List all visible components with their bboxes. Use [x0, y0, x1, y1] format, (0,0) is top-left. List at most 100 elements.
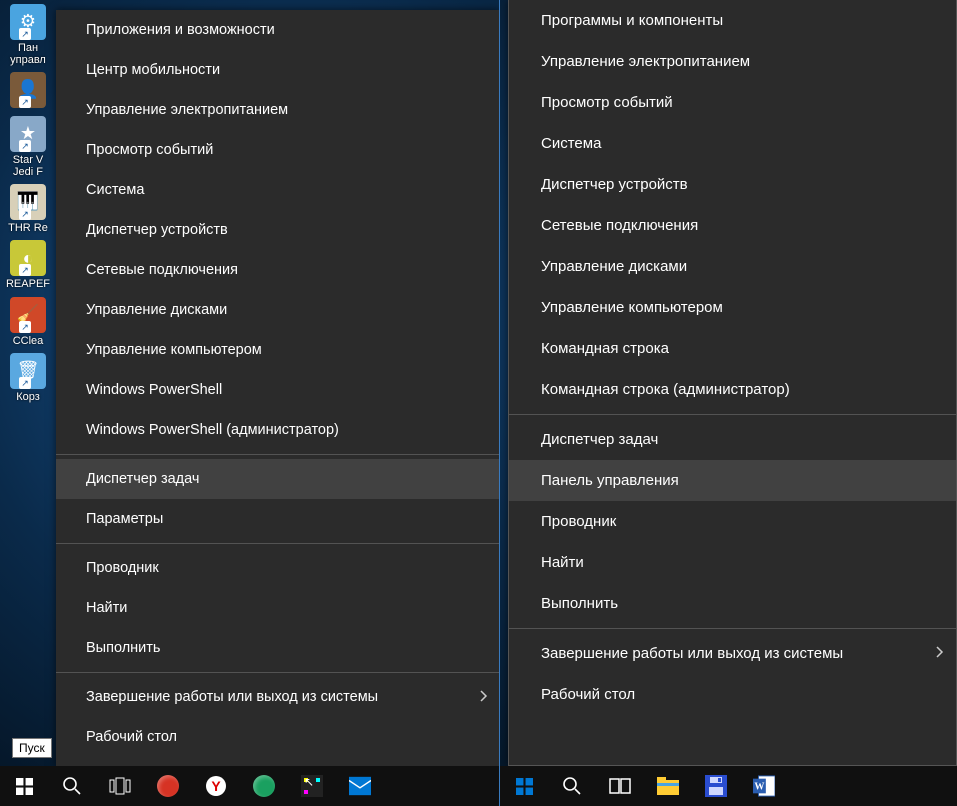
left-screenshot: ⚙Пануправл 👤 ★ Star VJedi F 🎹THR Re◐REAPEF 🧹 C… [0, 0, 500, 806]
taskbar-app1-button[interactable]: ↖ [288, 766, 336, 806]
menu-item-label: Сетевые подключения [541, 217, 698, 234]
menu-item-label: Программы и компоненты [541, 12, 723, 29]
menu-item-run[interactable]: Выполнить [509, 583, 956, 624]
menu-item-label: Проводник [541, 513, 616, 530]
desktop-icon-label: Пан [1, 42, 55, 54]
menu-item-label: Управление дисками [541, 258, 687, 275]
menu-item-ctrlpanel[interactable]: Панель управления [509, 460, 956, 501]
menu-item-run[interactable]: Выполнить [56, 628, 500, 668]
menu-item-comp-mgmt[interactable]: Управление компьютером [509, 287, 956, 328]
desktop-icon-glyph: 🗑 [10, 353, 46, 389]
desktop-icon-glyph: 👤 [10, 72, 46, 108]
menu-item-system[interactable]: Система [56, 170, 500, 210]
menu-item-label: Проводник [86, 560, 159, 576]
desktop-icon[interactable]: 👤 [1, 70, 55, 112]
taskbar-taskview-button[interactable] [96, 766, 144, 806]
menu-item-apps[interactable]: Приложения и возможности [56, 10, 500, 50]
start-icon [13, 775, 35, 797]
taskbar-mail-button[interactable] [336, 766, 384, 806]
desktop-icon[interactable]: 🗑Корз [1, 351, 55, 405]
menu-item-event-viewer[interactable]: Просмотр событий [509, 82, 956, 123]
desktop-icon-glyph: ★ [10, 116, 46, 152]
menu-item-net-conn[interactable]: Сетевые подключения [509, 205, 956, 246]
menu-item-label: Выполнить [541, 595, 618, 612]
menu-item-label: Диспетчер задач [86, 471, 199, 487]
winx-menu-left: Приложения и возможности Центр мобильност… [56, 10, 500, 766]
svg-text:Y: Y [211, 778, 221, 794]
menu-item-system[interactable]: Система [509, 123, 956, 164]
menu-item-shutdown[interactable]: Завершение работы или выход из системы [509, 633, 956, 674]
right-screenshot: Программы и компоненты Управление электро… [500, 0, 957, 806]
menu-item-comp-mgmt[interactable]: Управление компьютером [56, 330, 500, 370]
menu-item-device-mgr[interactable]: Диспетчер устройств [509, 164, 956, 205]
menu-item-power-opts[interactable]: Управление электропитанием [509, 41, 956, 82]
menu-item-label: Управление электропитанием [541, 53, 750, 70]
taskbar-word-button[interactable]: W [740, 766, 788, 806]
menu-item-device-mgr[interactable]: Диспетчер устройств [56, 210, 500, 250]
menu-separator [56, 672, 500, 673]
menu-item-taskmgr[interactable]: Диспетчер задач [509, 419, 956, 460]
desktop-icon-glyph: 🧹 [10, 297, 46, 333]
desktop-icon[interactable]: ◐REAPEF [1, 238, 55, 292]
taskbar-taskview-button[interactable] [596, 766, 644, 806]
menu-item-programs[interactable]: Программы и компоненты [509, 0, 956, 41]
desktop-icon-label: Star V [1, 154, 55, 166]
menu-item-label: Windows PowerShell (администратор) [86, 422, 339, 438]
menu-item-shutdown[interactable]: Завершение работы или выход из системы [56, 677, 500, 717]
menu-item-mobility[interactable]: Центр мобильности [56, 50, 500, 90]
taskbar-browser2-button[interactable] [240, 766, 288, 806]
menu-separator [509, 628, 956, 629]
chevron-right-icon [936, 646, 944, 661]
menu-item-label: Центр мобильности [86, 62, 220, 78]
taskbar-opera-button[interactable] [144, 766, 192, 806]
menu-item-power-opts[interactable]: Управление электропитанием [56, 90, 500, 130]
menu-item-cmd[interactable]: Командная строка [509, 328, 956, 369]
desktop-icon[interactable]: 🧹 CCleа [1, 295, 55, 349]
taskview-icon [609, 775, 631, 797]
taskbar-right: W [500, 766, 957, 806]
menu-item-label: Управление электропитанием [86, 102, 288, 118]
menu-item-label: Управление компьютером [86, 342, 262, 358]
save-icon [705, 775, 727, 797]
taskbar-explorer-button[interactable] [644, 766, 692, 806]
taskbar-start-button[interactable] [500, 766, 548, 806]
desktop-icon-label: CCleа [1, 335, 55, 347]
chevron-right-icon [480, 690, 488, 705]
taskbar-start-button[interactable] [0, 766, 48, 806]
desktop-icon[interactable]: ⚙Пануправл [1, 2, 55, 68]
menu-item-label: Диспетчер устройств [86, 222, 228, 238]
menu-item-powershell[interactable]: Windows PowerShell [56, 370, 500, 410]
menu-item-label: Рабочий стол [86, 729, 177, 745]
menu-item-desktop[interactable]: Рабочий стол [509, 674, 956, 715]
desktop-icon-label: управл [1, 54, 55, 66]
app1-icon: ↖ [301, 775, 323, 797]
word-icon: W [753, 775, 775, 797]
taskbar-yandex-button[interactable]: Y [192, 766, 240, 806]
menu-separator [56, 454, 500, 455]
menu-item-disk-mgmt[interactable]: Управление дисками [509, 246, 956, 287]
desktop-icon-label: Jedi F [1, 166, 55, 178]
menu-item-search[interactable]: Найти [509, 542, 956, 583]
menu-item-cmd-admin[interactable]: Командная строка (администратор) [509, 369, 956, 410]
menu-item-desktop[interactable]: Рабочий стол [56, 717, 500, 757]
search-icon [61, 775, 83, 797]
taskbar-search-button[interactable] [548, 766, 596, 806]
menu-item-explorer[interactable]: Проводник [56, 548, 500, 588]
menu-item-explorer[interactable]: Проводник [509, 501, 956, 542]
desktop-icons-column: ⚙Пануправл 👤 ★ Star VJedi F 🎹THR Re◐REAPEF 🧹 C… [0, 0, 56, 405]
menu-item-label: Просмотр событий [86, 142, 213, 158]
menu-item-settings[interactable]: Параметры [56, 499, 500, 539]
menu-item-search[interactable]: Найти [56, 588, 500, 628]
menu-item-taskmgr[interactable]: Диспетчер задач [56, 459, 500, 499]
taskbar-search-button[interactable] [48, 766, 96, 806]
menu-item-label: Управление компьютером [541, 299, 723, 316]
menu-item-disk-mgmt[interactable]: Управление дисками [56, 290, 500, 330]
menu-item-label: Система [541, 135, 601, 152]
menu-item-powershell-admin[interactable]: Windows PowerShell (администратор) [56, 410, 500, 450]
desktop-icon[interactable]: 🎹THR Re [1, 182, 55, 236]
desktop-icon[interactable]: ★ Star VJedi F [1, 114, 55, 180]
menu-item-net-conn[interactable]: Сетевые подключения [56, 250, 500, 290]
menu-item-event-viewer[interactable]: Просмотр событий [56, 130, 500, 170]
desktop-icon-glyph: 🎹 [10, 184, 46, 220]
taskbar-save-button[interactable] [692, 766, 740, 806]
